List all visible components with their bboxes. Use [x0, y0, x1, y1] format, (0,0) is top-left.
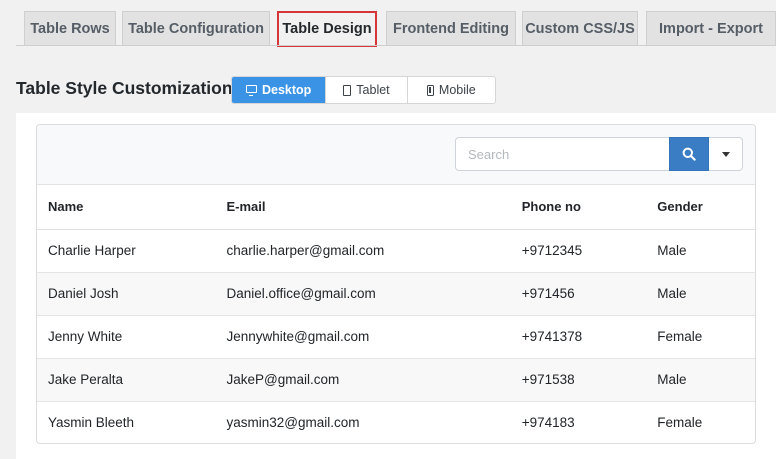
cell-gender: Male [646, 358, 755, 402]
cell-email: charlie.harper@gmail.com [215, 229, 511, 273]
cell-name: Daniel Josh [37, 272, 216, 316]
cell-phone: +9741378 [510, 315, 647, 359]
device-desktop-button[interactable]: Desktop [232, 77, 327, 103]
cell-email: yasmin32@gmail.com [226, 415, 360, 431]
cell-gender: Male [646, 229, 755, 273]
tab-frontend-editing[interactable]: Frontend Editing [386, 11, 516, 45]
cell-name: Jake Peralta [37, 358, 216, 402]
header-phone[interactable]: Phone no [510, 185, 647, 230]
data-table: Name E-mail Phone no Gender Charlie Harp… [37, 185, 755, 443]
header-name[interactable]: Name [37, 185, 216, 230]
search-options-dropdown[interactable] [709, 137, 743, 171]
device-mobile-button[interactable]: Mobile [408, 77, 495, 103]
tabs-divider [16, 45, 776, 46]
cell-name: Charlie Harper [37, 229, 216, 273]
search-button[interactable] [669, 137, 709, 171]
cell-email: Daniel.office@gmail.com [215, 272, 511, 316]
cell-phone: +974183 [521, 415, 575, 431]
cell-gender: Male [646, 272, 755, 316]
cell-phone: +971538 [510, 358, 647, 402]
table-design-screen: Table Rows Table Configuration Table Des… [0, 0, 776, 459]
tab-table-configuration[interactable]: Table Configuration [122, 11, 270, 45]
table-row: Jenny White Jennywhite@gmail.com +974137… [37, 315, 755, 359]
cell-name: Jenny White [37, 315, 216, 359]
cell-phone: +9712345 [510, 229, 647, 273]
preview-panel: Name E-mail Phone no Gender Charlie Harp… [16, 113, 776, 459]
device-mobile-label: Mobile [438, 83, 476, 97]
table-row: Daniel Josh Daniel.office@gmail.com +971… [37, 272, 755, 316]
cell-phone: +971456 [510, 272, 647, 316]
cell-email: Jennywhite@gmail.com [215, 315, 511, 359]
cell-gender: Female [657, 415, 703, 431]
device-desktop-label: Desktop [261, 83, 312, 97]
section-title: Table Style Customization [16, 78, 233, 98]
device-tablet-label: Tablet [356, 83, 390, 97]
tab-table-rows[interactable]: Table Rows [24, 11, 116, 45]
search-icon [682, 147, 696, 161]
table-preview: Name E-mail Phone no Gender Charlie Harp… [36, 124, 756, 444]
tab-import-export[interactable]: Import - Export [646, 11, 776, 45]
table-header-row: Name E-mail Phone no Gender [37, 185, 755, 230]
device-switcher: Desktop Tablet Mobile [231, 76, 496, 104]
table-row: Yasmin Bleeth yasmin32@gmail.com +974183… [37, 401, 755, 443]
tablet-icon [343, 84, 352, 96]
header-gender[interactable]: Gender [646, 185, 755, 230]
table-row: Charlie Harper charlie.harper@gmail.com … [37, 229, 755, 273]
cell-gender: Female [646, 315, 755, 359]
tab-custom-css-js[interactable]: Custom CSS/JS [522, 11, 638, 45]
mobile-icon [426, 84, 434, 96]
caret-down-icon [721, 151, 730, 157]
cell-email: JakeP@gmail.com [215, 358, 511, 402]
device-tablet-button[interactable]: Tablet [326, 77, 408, 103]
cell-name: Yasmin Bleeth [48, 415, 135, 431]
header-email[interactable]: E-mail [215, 185, 511, 230]
search-input[interactable] [455, 137, 669, 171]
table-toolbar [37, 125, 755, 185]
desktop-icon [245, 85, 257, 96]
tab-table-design[interactable]: Table Design [277, 11, 377, 47]
table-row: Jake Peralta JakeP@gmail.com +971538 Mal… [37, 358, 755, 402]
